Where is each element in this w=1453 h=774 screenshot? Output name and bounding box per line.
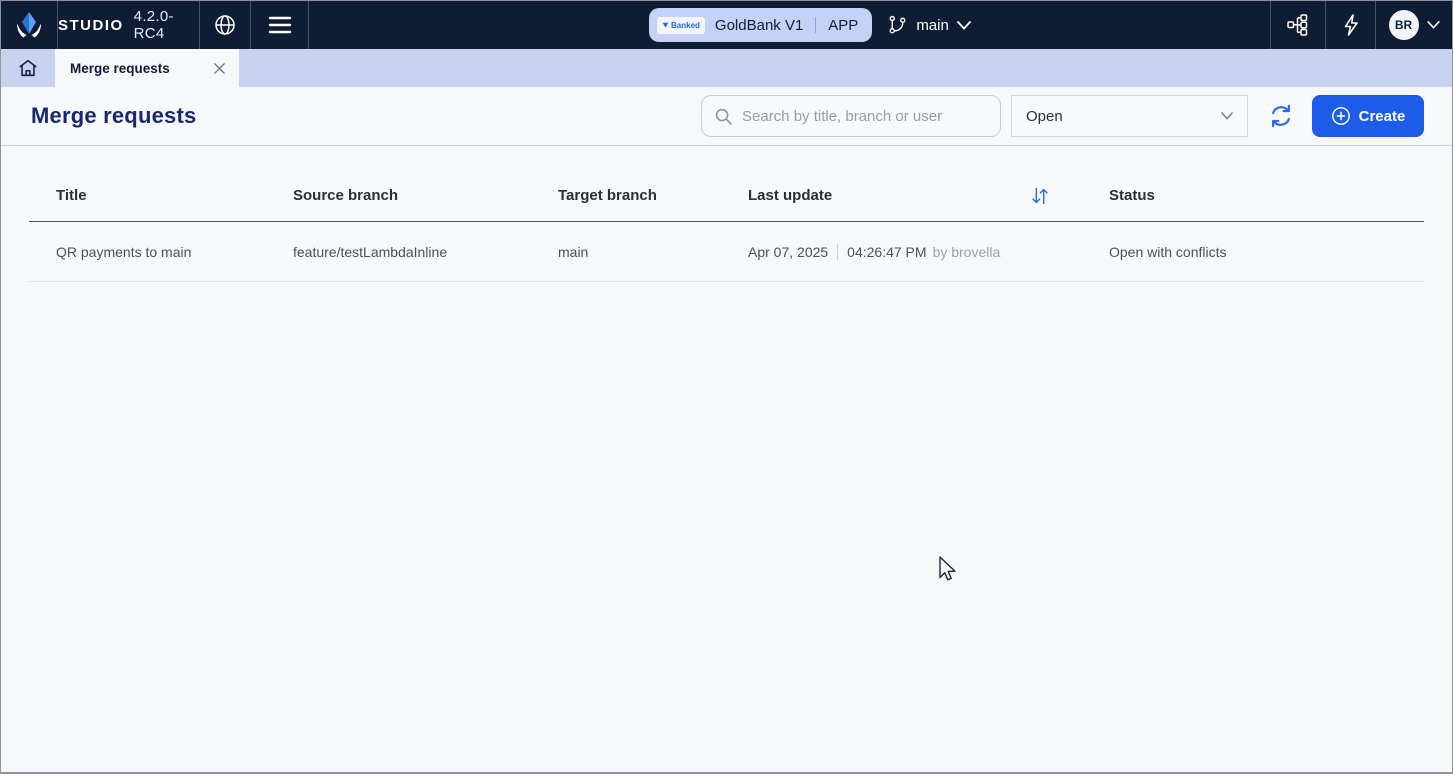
actions-button[interactable] — [1326, 1, 1375, 49]
brand-name: STUDIO — [58, 17, 124, 34]
app-logo[interactable] — [1, 1, 57, 49]
top-bar: STUDIO 4.2.0-RC4 — [1, 1, 1452, 49]
mr-title: QR payments to main — [29, 244, 293, 260]
kb-name: GoldBank V1 — [715, 17, 803, 34]
tab-bar: Merge requests — [1, 49, 1452, 87]
column-status: Status — [1109, 187, 1424, 204]
refresh-icon — [1268, 103, 1294, 129]
status-filter-select[interactable]: Open — [1011, 95, 1248, 137]
column-last-update: Last update — [748, 185, 1109, 207]
mr-update-time: 04:26:47 PM — [847, 244, 926, 260]
tab-label: Merge requests — [70, 61, 170, 76]
studio-logo-icon — [13, 9, 45, 41]
chevron-down-icon — [1221, 112, 1233, 120]
refresh-button[interactable] — [1268, 103, 1294, 129]
main-menu-button[interactable] — [251, 1, 308, 49]
avatar: BR — [1389, 10, 1419, 40]
globe-icon — [213, 13, 237, 37]
column-target-branch: Target branch — [558, 187, 748, 204]
kb-context: Banked GoldBank V1 APP main — [649, 1, 971, 49]
git-branch-icon — [887, 15, 908, 36]
brand-version: 4.2.0-RC4 — [134, 8, 199, 42]
merge-request-row[interactable]: QR payments to main feature/testLambdaIn… — [29, 222, 1424, 282]
brand-block: STUDIO 4.2.0-RC4 — [58, 1, 199, 49]
mouse-cursor — [939, 556, 960, 585]
column-title: Title — [29, 187, 293, 204]
last-update-wrap: Apr 07, 2025 04:26:47 PM by brovella — [748, 244, 1109, 260]
kb-org-name: Banked — [671, 21, 700, 30]
tab-merge-requests[interactable]: Merge requests — [55, 49, 239, 87]
kb-separator — [815, 17, 816, 33]
mr-source-branch: feature/testLambdaInline — [293, 244, 558, 260]
page-header: Merge requests Open — [1, 87, 1452, 146]
search-box[interactable] — [701, 95, 1001, 137]
create-button-label: Create — [1359, 108, 1406, 125]
search-input[interactable] — [742, 108, 988, 125]
home-icon — [17, 57, 39, 79]
kb-environment: APP — [828, 17, 858, 34]
branch-selector[interactable]: main — [887, 15, 971, 36]
mr-status-badge: Open with conflicts — [1109, 244, 1424, 260]
sort-button[interactable] — [1029, 185, 1051, 207]
page-title: Merge requests — [31, 103, 196, 129]
topbar-right: BR — [1270, 1, 1452, 49]
menu-icon — [268, 16, 292, 34]
mr-update-author: by brovella — [933, 244, 1001, 260]
environments-button[interactable] — [1271, 1, 1325, 49]
plus-circle-icon — [1331, 106, 1351, 126]
chevron-down-icon — [957, 21, 971, 30]
status-filter-value: Open — [1026, 108, 1063, 125]
mr-last-update: Apr 07, 2025 04:26:47 PM by brovella — [748, 244, 1109, 260]
lightning-icon — [1340, 13, 1362, 37]
column-source-branch: Source branch — [293, 187, 558, 204]
org-logo-icon — [662, 22, 669, 29]
create-button[interactable]: Create — [1312, 95, 1424, 137]
mr-target-branch: main — [558, 244, 748, 260]
current-branch: main — [916, 17, 949, 34]
table-header-row: Title Source branch Target branch Last u… — [29, 170, 1424, 222]
app-window: STUDIO 4.2.0-RC4 — [0, 0, 1453, 774]
language-button[interactable] — [200, 1, 250, 49]
sort-arrows-icon — [1029, 185, 1051, 207]
mr-update-date: Apr 07, 2025 — [748, 244, 828, 260]
date-time-separator — [837, 244, 838, 260]
merge-requests-table: Title Source branch Target branch Last u… — [29, 170, 1424, 282]
tab-close-button[interactable] — [212, 61, 227, 76]
kb-org-badge: Banked — [657, 17, 705, 34]
search-icon — [714, 107, 733, 126]
topbar-divider — [308, 1, 309, 49]
close-icon — [212, 61, 227, 76]
home-tab-button[interactable] — [1, 49, 55, 87]
hierarchy-icon — [1285, 12, 1311, 38]
header-controls: Open — [701, 95, 1424, 137]
column-last-update-label: Last update — [748, 187, 832, 204]
knowledge-base-selector[interactable]: Banked GoldBank V1 APP — [649, 8, 872, 42]
user-menu[interactable]: BR — [1376, 1, 1452, 49]
chevron-down-icon — [1427, 21, 1440, 29]
